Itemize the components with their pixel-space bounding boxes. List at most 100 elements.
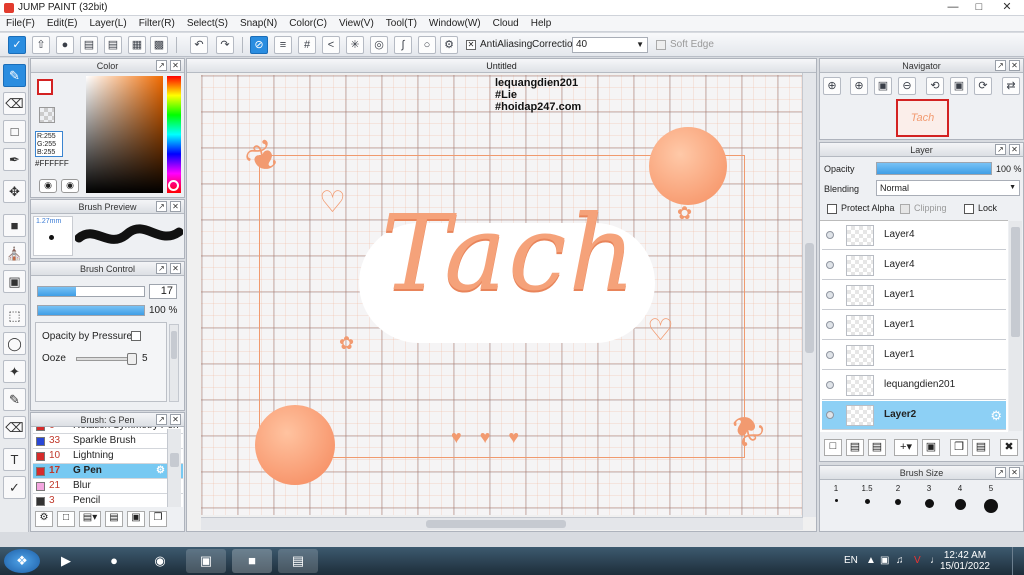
reset-view-icon[interactable]: ▣ bbox=[950, 77, 968, 95]
opacity-by-pressure-checkbox[interactable] bbox=[131, 331, 141, 341]
tab-untitled[interactable]: Untitled bbox=[187, 59, 816, 73]
brush-size-option[interactable]: 1.5 bbox=[853, 484, 881, 504]
float-panel-icon[interactable]: ↗ bbox=[995, 144, 1006, 155]
comment-icon[interactable]: ● bbox=[56, 36, 74, 54]
show-desktop-button[interactable] bbox=[1012, 547, 1024, 575]
navigator-thumbnail[interactable]: Tach bbox=[896, 99, 949, 137]
correction-select[interactable]: 40 ▼ bbox=[572, 37, 648, 53]
float-panel-icon[interactable]: ↗ bbox=[156, 414, 167, 425]
canvas-horizontal-scrollbar[interactable] bbox=[201, 517, 803, 530]
tray-arrow-icon[interactable]: ▲ bbox=[866, 547, 876, 575]
fit-view-icon[interactable]: ▣ bbox=[874, 77, 892, 95]
curve-snap-icon[interactable]: ∫ bbox=[394, 36, 412, 54]
brush-duplicate-icon[interactable]: ❐ bbox=[149, 511, 167, 527]
layer-opacity-slider[interactable] bbox=[876, 162, 992, 175]
photo-viewer-icon[interactable]: ▤ bbox=[278, 549, 318, 573]
brush-size-option[interactable]: 2 bbox=[884, 484, 912, 505]
move-tool-icon[interactable]: ✥ bbox=[3, 180, 26, 203]
select-pen-tool-icon[interactable]: ✎ bbox=[3, 388, 26, 411]
brush-copy-icon[interactable]: ▤ bbox=[105, 511, 123, 527]
brush-list-item[interactable]: 33 Sparkle Brush bbox=[33, 434, 183, 449]
brush-list-item[interactable]: 3 Pencil bbox=[33, 494, 183, 507]
coccoc-browser-icon[interactable]: ● bbox=[94, 549, 134, 573]
float-panel-icon[interactable]: ↗ bbox=[995, 60, 1006, 71]
menu-color[interactable]: Color(C) bbox=[283, 16, 333, 32]
grid-settings-icon[interactable]: ▩ bbox=[150, 36, 168, 54]
menu-select[interactable]: Select(S) bbox=[181, 16, 234, 32]
menu-file[interactable]: File(F) bbox=[0, 16, 41, 32]
new-text-layer-icon[interactable]: ▤ bbox=[868, 439, 886, 456]
brush-settings-icon[interactable]: ⚙ bbox=[35, 511, 53, 527]
brush-tool-icon[interactable]: ✎ bbox=[3, 64, 26, 87]
select-rect-tool-icon[interactable]: ⬚ bbox=[3, 304, 26, 327]
jump-paint-taskbar-icon[interactable]: ■ bbox=[232, 549, 272, 573]
rectangle-tool-icon[interactable]: □ bbox=[3, 120, 26, 143]
visibility-icon[interactable] bbox=[826, 231, 834, 239]
visibility-icon[interactable] bbox=[826, 381, 834, 389]
circle-snap-icon[interactable]: ◎ bbox=[370, 36, 388, 54]
menu-help[interactable]: Help bbox=[525, 16, 558, 32]
close-icon[interactable]: ✕ bbox=[1009, 144, 1020, 155]
brush-opacity-slider[interactable] bbox=[37, 305, 145, 316]
float-panel-icon[interactable]: ↗ bbox=[156, 201, 167, 212]
pen-tool-icon[interactable]: ✒ bbox=[3, 148, 26, 171]
shape-snap-icon[interactable]: ○ bbox=[418, 36, 436, 54]
rotate-right-icon[interactable]: ⟳ bbox=[974, 77, 992, 95]
magic-wand-tool-icon[interactable]: ✦ bbox=[3, 360, 26, 383]
snap-off-icon[interactable]: ⊘ bbox=[250, 36, 268, 54]
export-icon[interactable]: ⇧ bbox=[32, 36, 50, 54]
radial-snap-icon[interactable]: ✳ bbox=[346, 36, 364, 54]
new-raster-layer-icon[interactable]: ▤ bbox=[846, 439, 864, 456]
maximize-button[interactable]: □ bbox=[966, 0, 992, 15]
layer-row[interactable]: Layer4 bbox=[822, 251, 1006, 280]
properties-icon[interactable]: ▦ bbox=[128, 36, 146, 54]
visibility-icon[interactable] bbox=[826, 321, 834, 329]
lasso-tool-icon[interactable]: ◯ bbox=[3, 332, 26, 355]
volume-icon[interactable]: ♫ bbox=[896, 547, 904, 575]
layer-row[interactable]: Layer4 bbox=[822, 221, 1006, 250]
brush-size-slider[interactable] bbox=[37, 286, 145, 297]
hue-slider[interactable] bbox=[167, 76, 181, 193]
menu-cloud[interactable]: Cloud bbox=[487, 16, 525, 32]
delete-layer-icon[interactable]: ✖ bbox=[1000, 439, 1018, 456]
brush-menu-icon[interactable]: ▤▾ bbox=[79, 511, 101, 527]
layer-row[interactable]: Layer2 ⚙ bbox=[822, 401, 1006, 430]
new-brush-icon[interactable]: □ bbox=[57, 511, 75, 527]
new-layer-icon[interactable]: □ bbox=[824, 439, 842, 456]
layer-list-scrollbar[interactable] bbox=[1009, 221, 1022, 431]
unikey-icon[interactable]: V bbox=[914, 547, 921, 575]
color-picker-icon[interactable]: ◉ bbox=[61, 179, 79, 193]
layer-row[interactable]: Layer1 bbox=[822, 311, 1006, 340]
antialiasing-checkbox[interactable]: ✕ bbox=[466, 40, 476, 50]
visibility-icon[interactable] bbox=[826, 411, 834, 419]
menu-view[interactable]: View(V) bbox=[333, 16, 380, 32]
flip-view-icon[interactable]: ⇄ bbox=[1002, 77, 1020, 95]
brush-list-item[interactable]: 6 Rotation Symmetry Pen bbox=[33, 427, 183, 434]
close-icon[interactable]: ✕ bbox=[1009, 60, 1020, 71]
transparent-color-swatch[interactable] bbox=[39, 107, 55, 123]
brush-size-value[interactable]: 17 bbox=[149, 284, 177, 299]
blending-select[interactable]: Normal ▼ bbox=[876, 180, 1020, 196]
layer-row[interactable]: Layer1 bbox=[822, 341, 1006, 370]
cross-snap-icon[interactable]: # bbox=[298, 36, 316, 54]
brush-list-item[interactable]: 10 Lightning bbox=[33, 449, 183, 464]
minimize-button[interactable]: — bbox=[940, 0, 966, 15]
lock-checkbox[interactable] bbox=[964, 204, 974, 214]
close-icon[interactable]: ✕ bbox=[170, 263, 181, 274]
media-player-icon[interactable]: ▶ bbox=[46, 549, 86, 573]
rotate-left-icon[interactable]: ⟲ bbox=[926, 77, 944, 95]
zoom-out-icon[interactable]: ⊖ bbox=[898, 77, 916, 95]
layer-settings-gear-icon[interactable]: ⚙ bbox=[990, 408, 1002, 424]
chrome-icon[interactable]: ◉ bbox=[140, 549, 180, 573]
close-icon[interactable]: ✕ bbox=[170, 201, 181, 212]
ooze-slider[interactable] bbox=[76, 357, 134, 361]
visibility-icon[interactable] bbox=[826, 291, 834, 299]
brush-list-item[interactable]: 17 G Pen ⚙ bbox=[33, 464, 183, 479]
visibility-icon[interactable] bbox=[826, 351, 834, 359]
brush-control-scrollbar[interactable] bbox=[169, 324, 179, 402]
menu-snap[interactable]: Snap(N) bbox=[234, 16, 283, 32]
vanishing-snap-icon[interactable]: < bbox=[322, 36, 340, 54]
network-icon[interactable]: ▣ bbox=[880, 547, 889, 575]
menu-filter[interactable]: Filter(R) bbox=[133, 16, 181, 32]
menu-tool[interactable]: Tool(T) bbox=[380, 16, 423, 32]
